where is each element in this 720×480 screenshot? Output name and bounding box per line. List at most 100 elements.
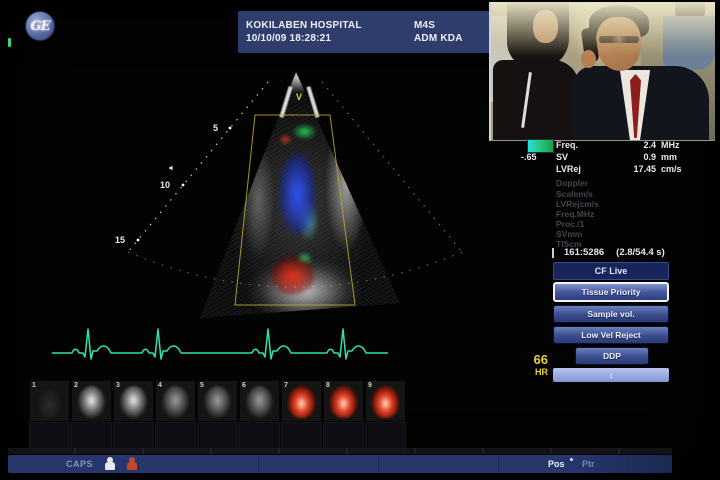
thumbnail-number: 2: [74, 382, 78, 389]
thumbnail-2[interactable]: 2: [71, 380, 112, 422]
doppler-colorbar: [527, 139, 554, 153]
param-label: LVRej: [556, 164, 612, 174]
thumbnail-number: 3: [116, 382, 120, 389]
statusbar-divider: [628, 457, 629, 471]
ge-logo: GE: [25, 11, 55, 41]
thumbnail-number: 6: [242, 382, 246, 389]
thumbnail-number: 7: [284, 382, 288, 389]
depth-scale-left: [128, 82, 268, 252]
thumbnail-3[interactable]: 3: [113, 380, 154, 422]
pos-button[interactable]: Pos: [548, 459, 565, 469]
thumbnail-image: [372, 386, 399, 418]
param-label: SV: [556, 152, 612, 162]
heart-rate: 66 HR: [512, 353, 548, 377]
param-label: Freq.: [556, 140, 612, 150]
thumbnail-strip: 1 2 3 4 5 6 7 8 9: [29, 380, 406, 422]
thumbnail-9[interactable]: 9: [365, 380, 406, 422]
thumbnail-image: [204, 386, 231, 418]
thumbnail-number: 1: [32, 382, 36, 389]
ge-logo-text: GE: [30, 19, 49, 34]
statusbar-divider: [498, 457, 499, 471]
thumbnail-4[interactable]: 4: [155, 380, 196, 422]
param-value: 2.4: [612, 140, 656, 150]
thumbnail-image: [246, 386, 273, 418]
thumbnail-number: 4: [158, 382, 162, 389]
thumbnail-image: [120, 386, 147, 418]
param-value: 17.45: [612, 164, 656, 174]
param-unit: cm/s: [656, 164, 703, 174]
pager-bar[interactable]: ↕: [553, 368, 669, 382]
pager-icon: ↕: [609, 371, 613, 380]
bottom-arc: [128, 252, 462, 287]
nyquist-value: -.65: [521, 152, 555, 162]
function-key-row: [8, 448, 672, 454]
param-row-sv: SV 0.9 mm: [556, 151, 706, 163]
sample-vol-button[interactable]: Sample vol.: [553, 305, 669, 323]
probe-marker-icon[interactable]: [126, 457, 138, 470]
statusbar-divider: [378, 457, 379, 471]
pos-indicator-dot: [570, 458, 573, 461]
depth-tick: [182, 184, 185, 187]
thumbnail-number: 9: [368, 382, 372, 389]
param-unit: MHz: [656, 140, 703, 150]
thumbnail-number: 5: [200, 382, 204, 389]
dim-param-row: Proc. /1: [556, 219, 706, 229]
param-row-freq: Freq. 2.4 MHz: [556, 139, 706, 151]
dim-section-title: Doppler: [556, 178, 706, 189]
dim-param-row: SV mm: [556, 229, 706, 239]
frame-counter: 161:5286: [564, 247, 604, 258]
statusbar-divider: [138, 457, 139, 471]
status-tick: [8, 38, 11, 47]
thumbnail-image: [78, 386, 105, 418]
depth-scale-right: [322, 82, 462, 252]
ecg-trace: [50, 320, 390, 366]
operator-label: ADM KDA: [414, 33, 480, 44]
ecg-path: [52, 329, 388, 359]
ptr-button[interactable]: Ptr: [582, 459, 595, 469]
thumbnail-number: 8: [326, 382, 330, 389]
param-unit: mm: [656, 152, 703, 162]
dim-param-row: Scale m/s: [556, 189, 706, 199]
probe-label: M4S: [414, 20, 480, 31]
hr-value: 66: [512, 353, 548, 366]
thumbnail-7[interactable]: 7: [281, 380, 322, 422]
body-marker-icon[interactable]: [104, 457, 116, 470]
depth-label-15: 15: [115, 235, 125, 245]
focus-marker-icon[interactable]: ◄: [167, 165, 174, 172]
thumbnail-image: [162, 386, 189, 418]
hospital-name: KOKILABEN HOSPITAL: [246, 20, 414, 31]
thumbnail-image: [36, 386, 63, 418]
depth-label-5: 5: [213, 123, 218, 133]
param-row-lvrej: LVRej 17.45 cm/s: [556, 163, 706, 175]
status-bar: CAPS Pos Ptr: [8, 455, 672, 473]
dim-param-row: Freq. MHz: [556, 209, 706, 219]
thumbnail-5[interactable]: 5: [197, 380, 238, 422]
video-frame: GE KOKILABEN HOSPITAL M4S MI 1.2 10/10/0…: [0, 0, 720, 480]
depth-label-10: 10: [160, 180, 170, 190]
depth-tick: [229, 127, 232, 130]
roi-box[interactable]: [235, 115, 355, 305]
statusbar-divider: [258, 457, 259, 471]
v-marker: V: [296, 92, 302, 102]
dim-param-row: LVRej cm/s: [556, 199, 706, 209]
thumbnail-image: [330, 386, 357, 418]
param-value: 0.9: [612, 152, 656, 162]
depth-tick: [137, 239, 140, 242]
control-panel: CF Live Tissue Priority Sample vol. Low …: [553, 262, 669, 382]
webcam-glare: [491, 2, 715, 56]
mode-header: CF Live: [553, 262, 669, 280]
thumbnail-8[interactable]: 8: [323, 380, 364, 422]
ultrasound-screen: GE KOKILABEN HOSPITAL M4S MI 1.2 10/10/0…: [0, 0, 720, 480]
thumbnail-1[interactable]: 1: [29, 380, 70, 422]
thumbnail-6[interactable]: 6: [239, 380, 280, 422]
params-panel: Freq. 2.4 MHz SV 0.9 mm LVRej 17.45 cm/s…: [556, 139, 706, 249]
acquisition-counter: 161:5286 (2.8/54.4 s): [552, 247, 708, 258]
tissue-priority-button[interactable]: Tissue Priority: [553, 282, 669, 302]
caps-indicator: CAPS: [66, 459, 93, 469]
hr-label: HR: [512, 368, 548, 377]
ddp-button[interactable]: DDP: [575, 347, 649, 365]
exam-datetime: 10/10/09 18:28:21: [246, 33, 414, 44]
time-counter: (2.8/54.4 s): [616, 247, 665, 258]
low-vel-reject-button[interactable]: Low Vel Reject: [553, 326, 669, 344]
thumbnail-image: [288, 386, 315, 418]
